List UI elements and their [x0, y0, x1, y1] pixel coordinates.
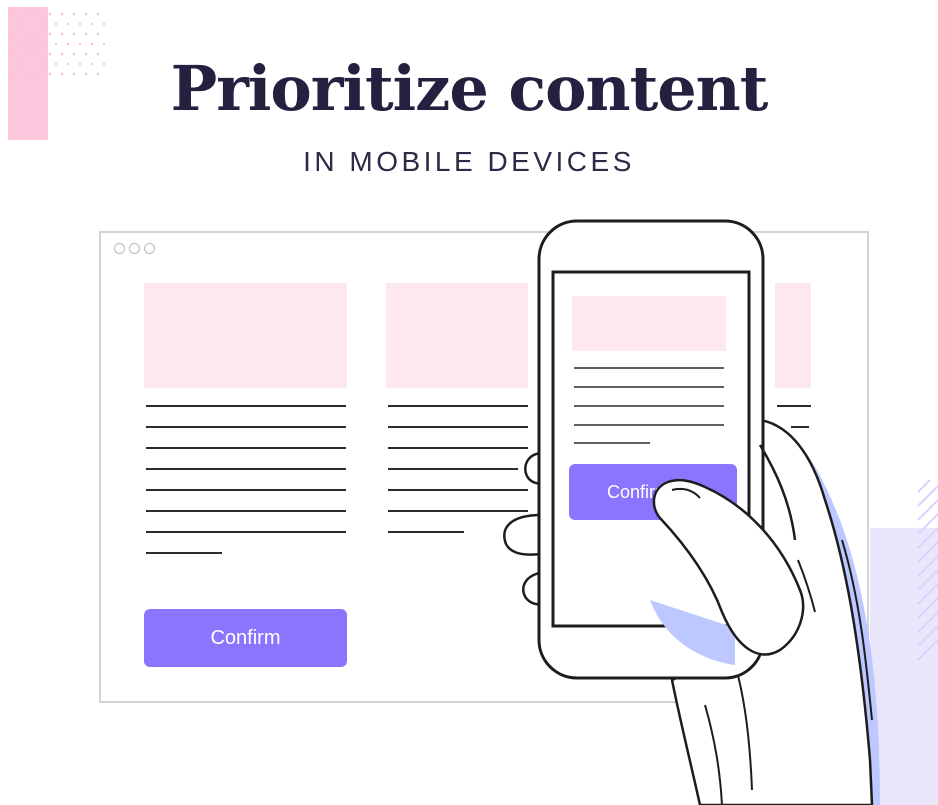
text-line [388, 531, 464, 533]
page-title: Prioritize content [170, 52, 769, 125]
window-dot [114, 243, 125, 254]
text-line [146, 468, 346, 470]
phone-confirm-button[interactable]: Confirm [569, 464, 737, 520]
text-line [146, 552, 222, 554]
window-dot [144, 243, 155, 254]
desktop-confirm-button[interactable]: Confirm [144, 609, 347, 667]
text-line [388, 510, 528, 512]
card-image-placeholder [144, 283, 347, 388]
text-line [388, 405, 528, 407]
text-line [388, 468, 518, 470]
phone-confirm-label: Confirm [607, 481, 671, 502]
text-line [146, 489, 346, 491]
text-line [146, 531, 346, 533]
card-image-placeholder [386, 283, 528, 388]
page-subtitle: IN MOBILE DEVICES [303, 146, 635, 177]
desktop-browser-window: Confirm [99, 231, 869, 703]
window-dots-icon [114, 243, 155, 254]
text-line [388, 489, 528, 491]
text-line [146, 405, 346, 407]
window-dot [129, 243, 140, 254]
card-image-placeholder [775, 283, 811, 388]
text-line [791, 426, 809, 428]
text-line [146, 426, 346, 428]
text-line [388, 426, 528, 428]
text-line [146, 447, 346, 449]
text-line [388, 447, 528, 449]
text-line [146, 510, 346, 512]
text-line [777, 405, 811, 407]
